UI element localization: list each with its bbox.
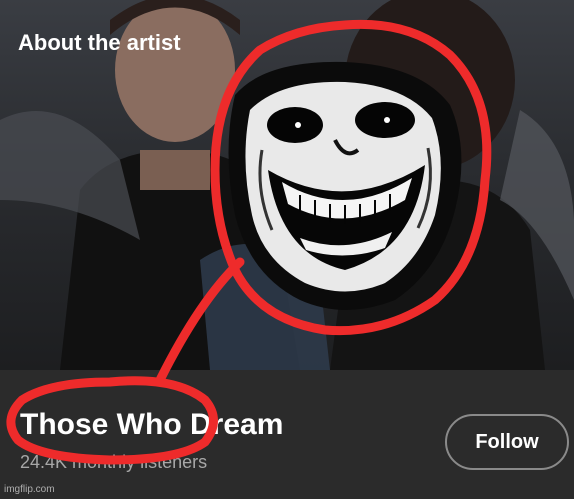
artist-card: About the artist Those Who Dream 24.4K m… [0,0,574,499]
imgflip-watermark: imgflip.com [4,484,55,495]
follow-button[interactable]: Follow [445,414,569,470]
artist-person-right [330,0,574,370]
section-heading: About the artist [18,30,181,55]
artist-name[interactable]: Those Who Dream [20,408,283,442]
monthly-listeners: 24.4K monthly listeners [20,452,208,472]
